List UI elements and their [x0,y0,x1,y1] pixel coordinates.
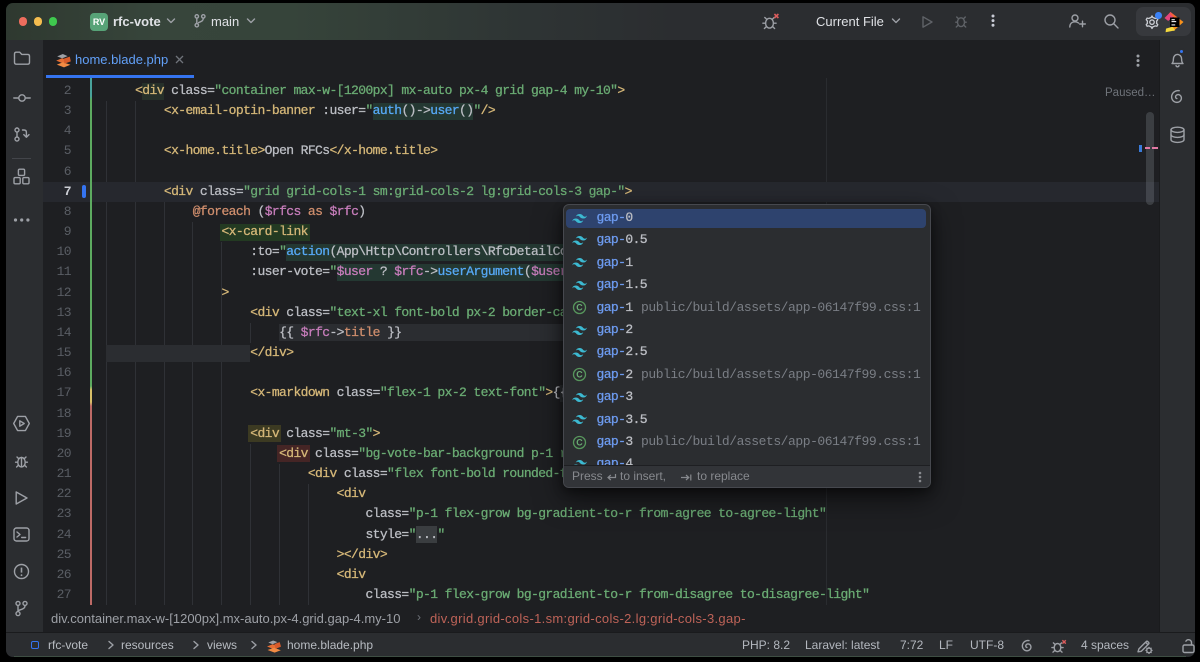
svg-text:C: C [576,303,583,313]
svg-text:C: C [576,370,583,380]
svg-text:C: C [576,437,583,447]
